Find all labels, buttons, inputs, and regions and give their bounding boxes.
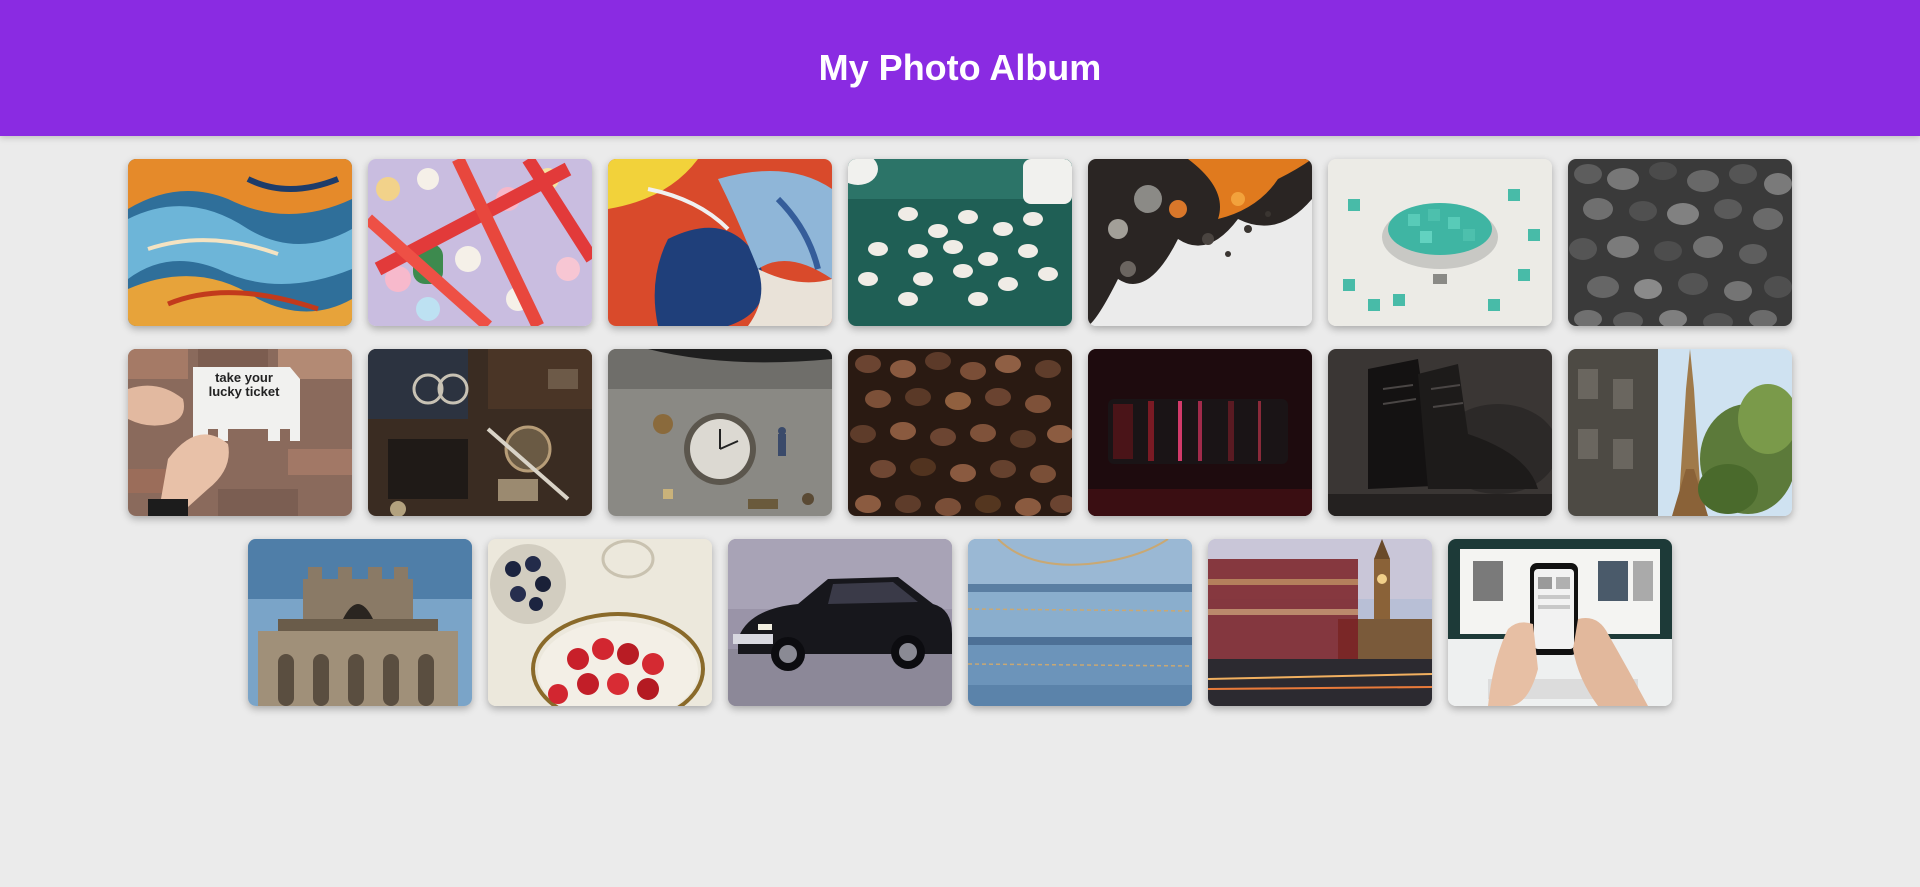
photo-camera-lens-dark[interactable] xyxy=(1088,349,1312,516)
ticket-sign-line-2: lucky ticket xyxy=(208,384,280,399)
photo-blueberries-and-strawberries[interactable] xyxy=(488,539,712,706)
photo-image xyxy=(488,539,712,706)
photo-image xyxy=(1088,159,1312,326)
photo-fluid-art-red-blue[interactable] xyxy=(608,159,832,326)
photo-image xyxy=(1568,159,1792,326)
photo-image xyxy=(128,159,352,326)
photo-fluid-art-orange-blue[interactable] xyxy=(128,159,352,326)
photo-lucky-ticket-on-brick-wall[interactable]: take your lucky ticket xyxy=(128,349,352,516)
photo-image xyxy=(1328,159,1552,326)
photo-candy-sweets[interactable] xyxy=(368,159,592,326)
photo-image xyxy=(1208,539,1432,706)
photo-image xyxy=(968,539,1192,706)
photo-grey-pebbles[interactable] xyxy=(1568,159,1792,326)
page-title: My Photo Album xyxy=(818,47,1102,88)
photo-eiffel-tower-street[interactable] xyxy=(1568,349,1792,516)
photo-letter-tiles-in-bowl[interactable] xyxy=(1328,159,1552,326)
photo-image xyxy=(848,349,1072,516)
photo-tower-building-sky[interactable] xyxy=(248,539,472,706)
photo-coffee-beans[interactable] xyxy=(848,349,1072,516)
photo-image xyxy=(1328,349,1552,516)
photo-image xyxy=(368,159,592,326)
page-header: My Photo Album xyxy=(0,0,1920,136)
photo-image xyxy=(1088,349,1312,516)
photo-image xyxy=(848,159,1072,326)
photo-image xyxy=(608,159,832,326)
photo-image xyxy=(1568,349,1792,516)
photo-image xyxy=(248,539,472,706)
photo-image xyxy=(1448,539,1672,706)
photo-gallery: take your lucky ticket xyxy=(112,159,1808,729)
photo-pocket-watch-on-stone[interactable] xyxy=(608,349,832,516)
photo-image xyxy=(368,349,592,516)
photo-black-leather-boots[interactable] xyxy=(1328,349,1552,516)
photo-image xyxy=(728,539,952,706)
photo-black-sedan-car[interactable] xyxy=(728,539,952,706)
photo-white-pills-on-green[interactable] xyxy=(848,159,1072,326)
photo-flea-market-trinkets[interactable] xyxy=(368,349,592,516)
ticket-sign-line-1: take your xyxy=(215,370,273,385)
photo-image xyxy=(608,349,832,516)
photo-abstract-ink-splash[interactable] xyxy=(1088,159,1312,326)
ticket-sign-text: take your lucky ticket xyxy=(196,371,292,399)
photo-hands-holding-smartphone[interactable] xyxy=(1448,539,1672,706)
photo-folded-jeans[interactable] xyxy=(968,539,1192,706)
photo-big-ben-bus-motion[interactable] xyxy=(1208,539,1432,706)
